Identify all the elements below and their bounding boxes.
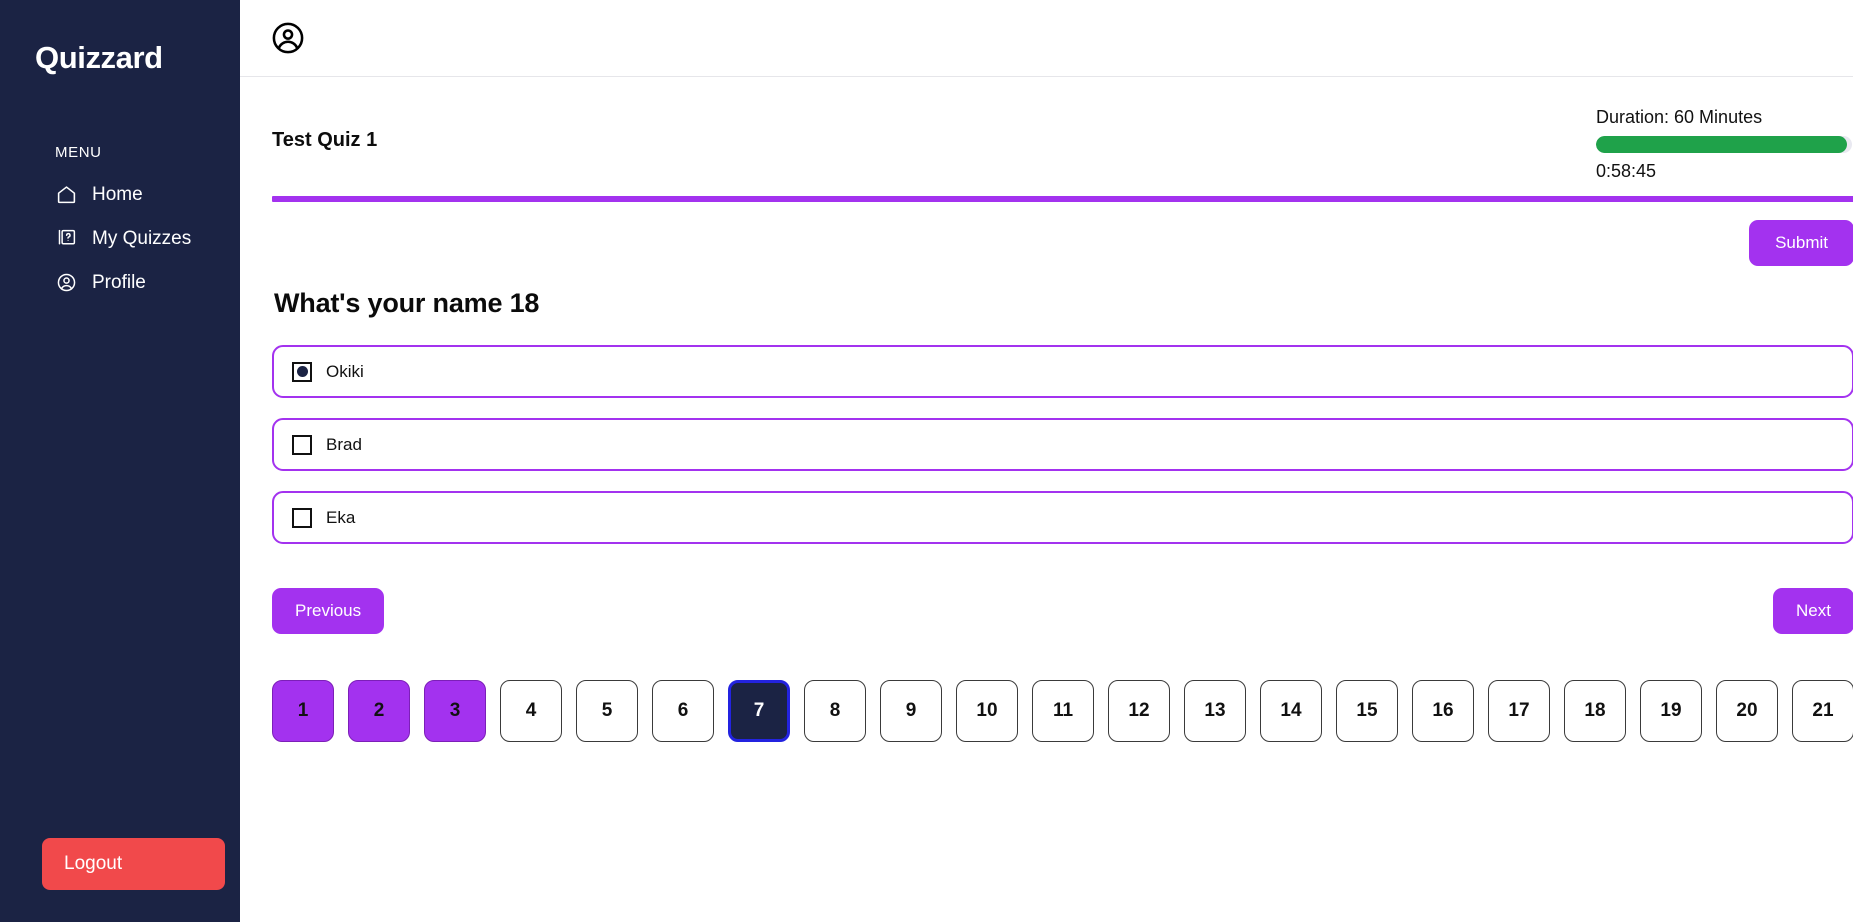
- menu-section-label: MENU: [55, 144, 102, 161]
- time-progress-fill: [1596, 136, 1847, 153]
- brand-logo: Quizzard: [35, 40, 163, 75]
- logout-container: Logout: [42, 838, 225, 890]
- pagination-button[interactable]: 19: [1640, 680, 1702, 742]
- sidebar-item-profile[interactable]: Profile: [0, 271, 240, 293]
- pagination-button[interactable]: 5: [576, 680, 638, 742]
- home-icon: [55, 183, 77, 205]
- sidebar: Quizzard MENU Home My Quizzes Profile Lo…: [0, 0, 240, 922]
- sidebar-item-label: Profile: [92, 271, 146, 293]
- checkbox-checked-icon[interactable]: [292, 361, 312, 382]
- pagination-button[interactable]: 8: [804, 680, 866, 742]
- timer-panel: Duration: 60 Minutes 0:58:45: [1596, 107, 1853, 182]
- option-row[interactable]: Brad: [272, 418, 1853, 471]
- previous-button[interactable]: Previous: [272, 588, 385, 634]
- quiz-card-icon: [55, 227, 77, 249]
- pagination-button[interactable]: 9: [880, 680, 942, 742]
- sidebar-item-home[interactable]: Home: [0, 183, 240, 205]
- app-root: Quizzard MENU Home My Quizzes Profile Lo…: [0, 0, 1853, 922]
- submit-button[interactable]: Submit: [1749, 220, 1853, 266]
- pagination-button[interactable]: 14: [1260, 680, 1322, 742]
- pagination-button[interactable]: 7: [728, 680, 790, 742]
- pagination-button[interactable]: 1: [272, 680, 334, 742]
- pagination-button[interactable]: 16: [1412, 680, 1474, 742]
- next-button[interactable]: Next: [1773, 588, 1853, 634]
- sidebar-item-my-quizzes[interactable]: My Quizzes: [0, 227, 240, 249]
- pagination-button[interactable]: 4: [500, 680, 562, 742]
- quiz-header: Test Quiz 1 Duration: 60 Minutes 0:58:45: [240, 77, 1853, 182]
- question-pagination: 1 2 3 4 5 6 7 8 9 10 11 12 13 14 15 16 17 18 19 20 21: [272, 680, 1853, 742]
- time-progress-bar: [1596, 136, 1852, 153]
- top-bar: [240, 0, 1853, 77]
- pagination-button[interactable]: 12: [1108, 680, 1170, 742]
- pagination-button[interactable]: 6: [652, 680, 714, 742]
- pagination-button[interactable]: 20: [1716, 680, 1778, 742]
- quiz-title: Test Quiz 1: [272, 129, 378, 151]
- checkbox-unchecked-icon[interactable]: [292, 434, 312, 455]
- pagination-button[interactable]: 3: [424, 680, 486, 742]
- sidebar-item-label: My Quizzes: [92, 227, 192, 249]
- pagination-button[interactable]: 17: [1488, 680, 1550, 742]
- pagination-button[interactable]: 10: [956, 680, 1018, 742]
- sidebar-item-label: Home: [92, 183, 143, 205]
- pagination-button[interactable]: 11: [1032, 680, 1094, 742]
- user-circle-icon: [55, 271, 77, 293]
- options-list: Okiki Brad Eka: [272, 345, 1853, 544]
- main-area: Test Quiz 1 Duration: 60 Minutes 0:58:45…: [240, 0, 1853, 922]
- pagination-button[interactable]: 2: [348, 680, 410, 742]
- pagination-button[interactable]: 21: [1792, 680, 1853, 742]
- nav-buttons-row: Previous Next: [272, 588, 1853, 634]
- option-label: Brad: [326, 434, 362, 454]
- user-circle-icon[interactable]: [270, 20, 306, 56]
- pagination-button[interactable]: 13: [1184, 680, 1246, 742]
- option-row[interactable]: Okiki: [272, 345, 1853, 398]
- pagination-button[interactable]: 18: [1564, 680, 1626, 742]
- option-label: Eka: [326, 507, 356, 527]
- sidebar-nav: Home My Quizzes Profile: [0, 183, 240, 293]
- quiz-content: Test Quiz 1 Duration: 60 Minutes 0:58:45…: [240, 77, 1853, 922]
- logout-button[interactable]: Logout: [42, 838, 225, 890]
- time-remaining: 0:58:45: [1596, 161, 1657, 181]
- duration-label: Duration: 60 Minutes: [1596, 107, 1763, 127]
- question-text: What's your name 18: [274, 288, 540, 318]
- submit-row: Submit: [240, 202, 1853, 266]
- option-row[interactable]: Eka: [272, 491, 1853, 544]
- checkbox-unchecked-icon[interactable]: [292, 507, 312, 528]
- option-label: Okiki: [326, 361, 364, 381]
- pagination-button[interactable]: 15: [1336, 680, 1398, 742]
